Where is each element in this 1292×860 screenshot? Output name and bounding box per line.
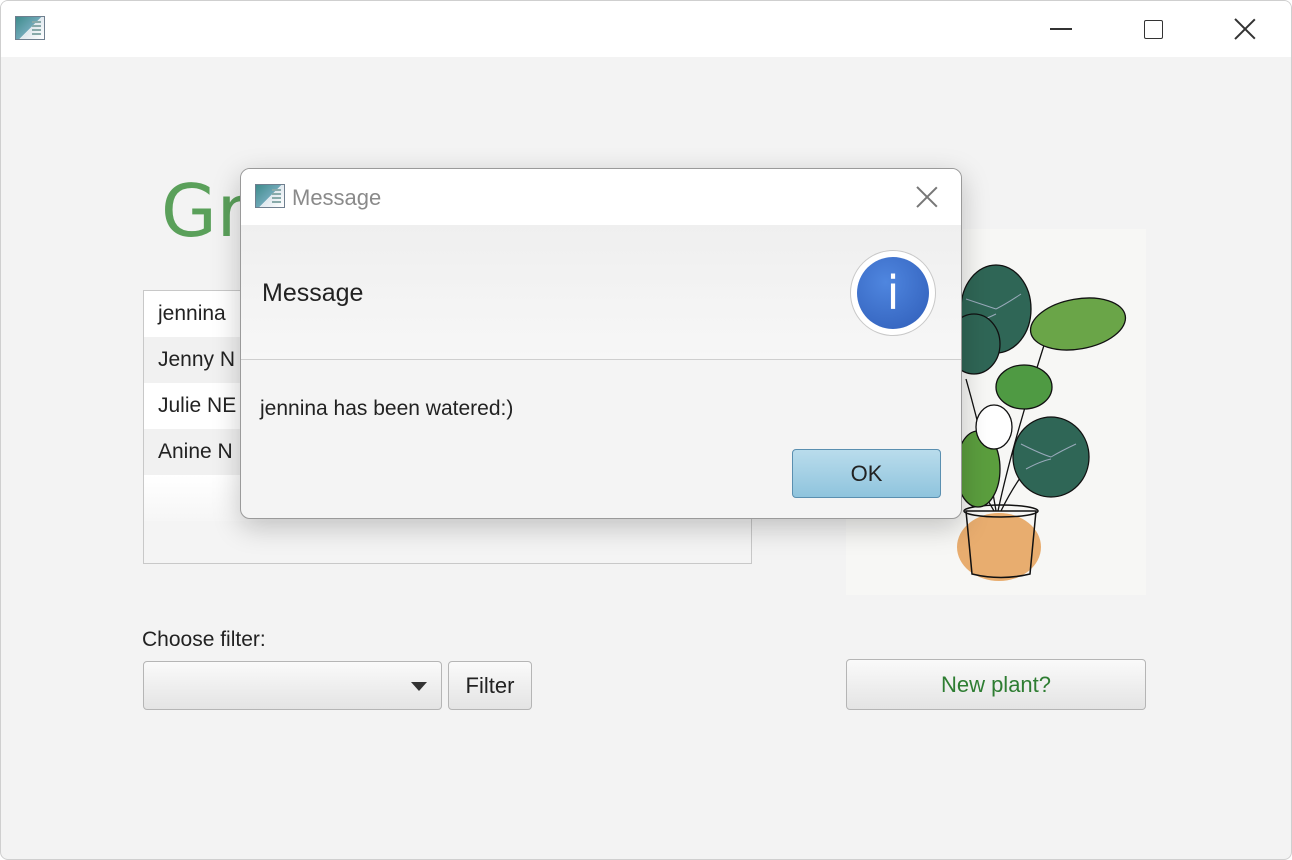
dialog-titlebar: Message	[241, 169, 961, 225]
close-icon[interactable]	[915, 185, 939, 209]
info-icon: i	[850, 250, 936, 336]
filter-button[interactable]: Filter	[448, 661, 532, 710]
filter-dropdown[interactable]	[143, 661, 442, 710]
minimize-button[interactable]	[1015, 1, 1107, 57]
chevron-down-icon	[411, 682, 427, 691]
maximize-icon	[1143, 19, 1163, 39]
dialog-title: Message	[292, 185, 382, 210]
window-titlebar	[1, 1, 1291, 57]
dialog-app-icon	[255, 184, 285, 208]
filter-label: Choose filter:	[142, 628, 266, 651]
dialog-header: Message i	[241, 225, 961, 360]
ok-button[interactable]: OK	[792, 449, 941, 498]
app-icon	[15, 16, 45, 40]
close-icon	[1233, 17, 1257, 41]
message-dialog: Message Message i jennina has been water…	[240, 168, 962, 519]
info-icon-disc: i	[857, 257, 929, 329]
new-plant-button[interactable]: New plant?	[846, 659, 1146, 710]
close-button[interactable]	[1199, 1, 1291, 57]
maximize-button[interactable]	[1107, 1, 1199, 57]
minimize-icon	[1050, 28, 1072, 30]
window-controls	[1015, 1, 1291, 57]
dialog-header-text: Message	[262, 279, 364, 307]
dialog-message: jennina has been watered:)	[260, 397, 514, 420]
